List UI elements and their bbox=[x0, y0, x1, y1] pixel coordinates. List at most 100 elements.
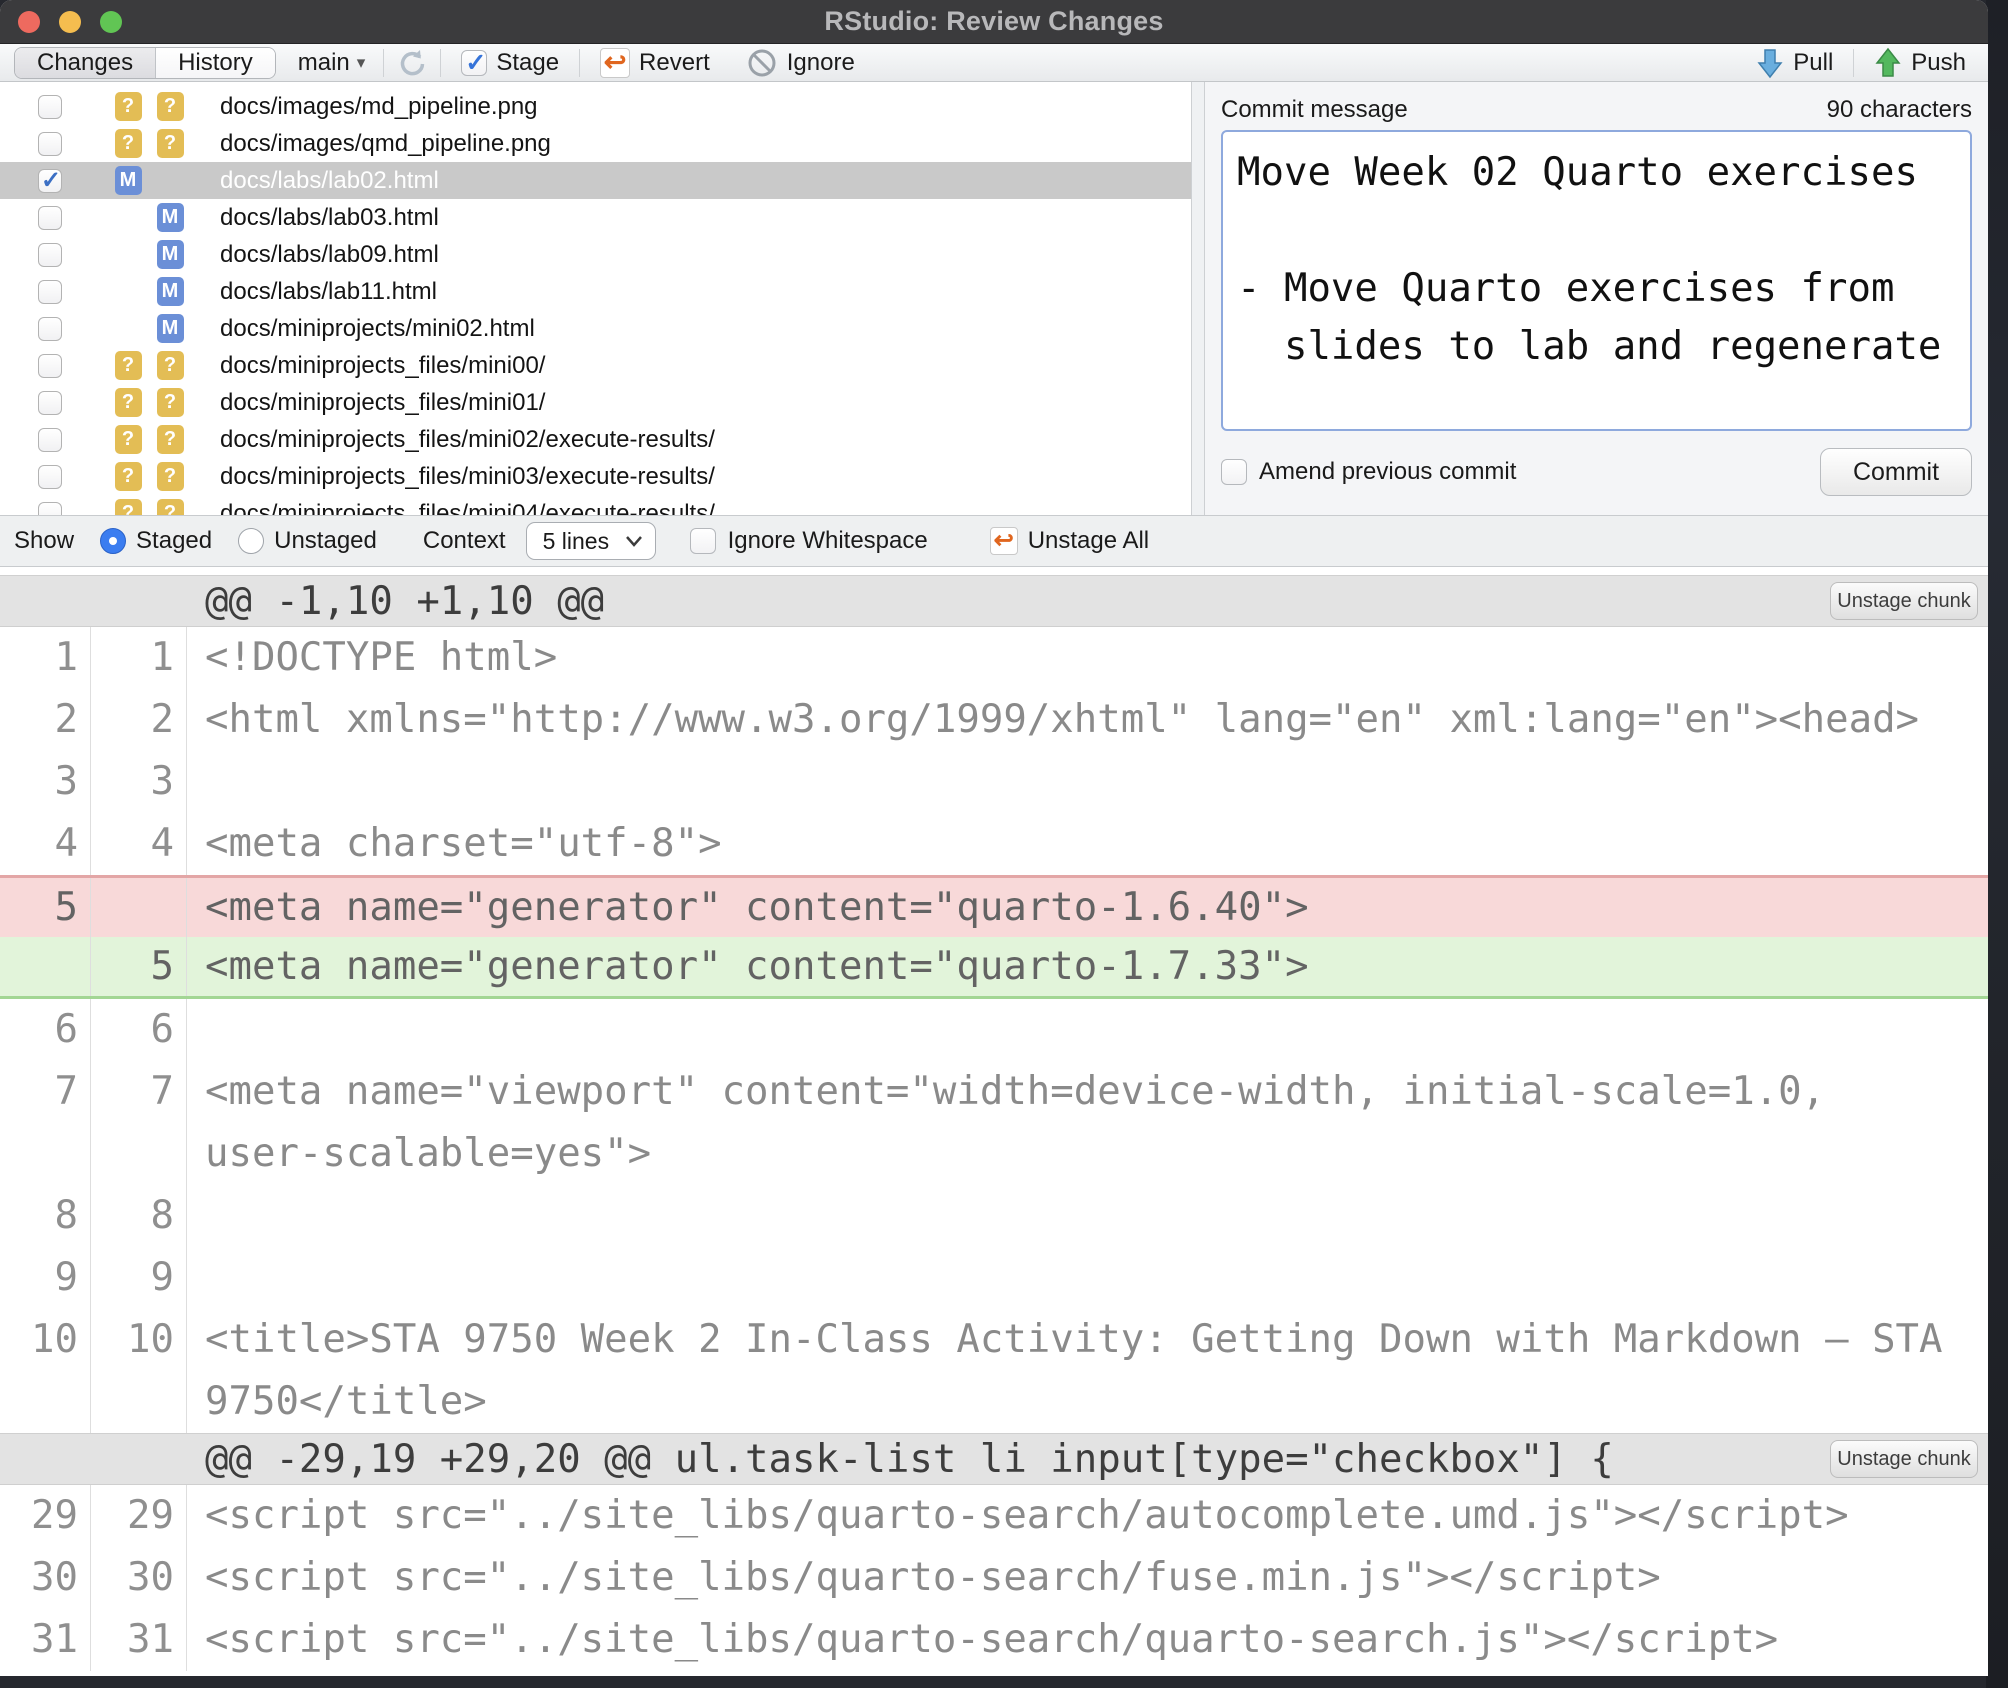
zoom-window-button[interactable] bbox=[100, 11, 122, 33]
old-line-number: 2 bbox=[0, 689, 91, 751]
refresh-button[interactable] bbox=[396, 47, 428, 79]
file-row[interactable]: Mdocs/miniprojects/mini02.html bbox=[0, 310, 1191, 347]
staged-status-slot: ? bbox=[114, 499, 142, 515]
unstage-all-button[interactable]: ↩ Unstage All bbox=[990, 527, 1149, 555]
ignore-icon bbox=[746, 47, 778, 79]
untracked-status-badge: ? bbox=[115, 499, 142, 515]
code-text: <!DOCTYPE html> bbox=[187, 627, 1988, 689]
diff-line-context: 2929<script src="../site_libs/quarto-sea… bbox=[0, 1485, 1988, 1547]
top-panels: ??docs/images/md_pipeline.png?? docs/imag… bbox=[0, 82, 1988, 515]
code-text: <title>STA 9750 Week 2 In-Class Activity… bbox=[187, 1309, 1988, 1433]
file-stage-checkbox[interactable] bbox=[38, 132, 62, 156]
branch-selector[interactable]: main ▾ bbox=[292, 49, 372, 77]
staged-status-slot: ? bbox=[114, 351, 142, 380]
file-row[interactable]: ??docs/images/md_pipeline.png bbox=[0, 88, 1191, 125]
revert-icon: ↩ bbox=[600, 48, 630, 78]
untracked-status-badge: ? bbox=[157, 129, 184, 158]
file-row[interactable]: ?? docs/miniprojects_files/mini00/ bbox=[0, 347, 1191, 384]
old-line-number: 3 bbox=[0, 751, 91, 813]
panel-divider[interactable] bbox=[1191, 82, 1205, 515]
diff-line-context: 3131<script src="../site_libs/quarto-sea… bbox=[0, 1609, 1988, 1671]
file-path: docs/images/qmd_pipeline.png bbox=[220, 130, 551, 158]
ignore-button[interactable]: Ignore bbox=[738, 47, 863, 79]
window-title: RStudio: Review Changes bbox=[824, 6, 1163, 37]
code-text bbox=[187, 1247, 1988, 1309]
staged-radio[interactable] bbox=[100, 528, 126, 554]
modified-status-badge: M bbox=[157, 277, 184, 306]
untracked-status-badge: ? bbox=[157, 92, 184, 121]
file-path: docs/labs/lab02.html bbox=[220, 167, 439, 195]
file-stage-checkbox[interactable] bbox=[38, 391, 62, 415]
modified-status-badge: M bbox=[157, 203, 184, 232]
context-select[interactable]: 5 lines bbox=[526, 522, 656, 560]
untracked-status-badge: ? bbox=[115, 388, 142, 417]
code-text bbox=[187, 751, 1988, 813]
file-stage-checkbox[interactable] bbox=[38, 465, 62, 489]
file-stage-checkbox[interactable] bbox=[38, 243, 62, 267]
tab-history[interactable]: History bbox=[155, 48, 275, 78]
unstaged-status-slot: ? bbox=[156, 351, 184, 380]
new-line-number: 7 bbox=[91, 1061, 187, 1185]
code-text: <script src="../site_libs/quarto-search/… bbox=[187, 1485, 1988, 1547]
amend-checkbox[interactable] bbox=[1221, 459, 1247, 485]
refresh-icon bbox=[396, 47, 428, 79]
file-row[interactable]: Mdocs/labs/lab11.html bbox=[0, 273, 1191, 310]
file-path: docs/miniprojects_files/mini00/ bbox=[220, 352, 545, 380]
hunk-header: @@ -1,10 +1,10 @@Unstage chunk bbox=[0, 575, 1988, 627]
new-line-number: 3 bbox=[91, 751, 187, 813]
unstaged-status-slot: ? bbox=[156, 129, 184, 158]
file-row[interactable]: ??docs/miniprojects_files/mini02/execute… bbox=[0, 421, 1191, 458]
file-stage-checkbox[interactable] bbox=[38, 428, 62, 452]
file-row[interactable]: ??docs/miniprojects_files/mini01/ bbox=[0, 384, 1191, 421]
close-window-button[interactable] bbox=[18, 11, 40, 33]
revert-label: Revert bbox=[639, 49, 710, 77]
toolbar-separator bbox=[383, 49, 384, 77]
push-button[interactable]: Push bbox=[1866, 47, 1974, 79]
unstaged-radio-label: Unstaged bbox=[274, 527, 377, 555]
minimize-window-button[interactable] bbox=[59, 11, 81, 33]
toolbar-separator bbox=[579, 49, 580, 77]
amend-toggle[interactable]: Amend previous commit bbox=[1221, 458, 1516, 486]
file-stage-checkbox[interactable] bbox=[38, 317, 62, 341]
ignore-whitespace-checkbox[interactable] bbox=[690, 528, 716, 554]
file-row[interactable]: ??docs/miniprojects_files/mini04/execute… bbox=[0, 495, 1191, 515]
unstage-chunk-button[interactable]: Unstage chunk bbox=[1830, 1440, 1978, 1478]
revert-button[interactable]: ↩ Revert bbox=[592, 48, 718, 78]
file-row[interactable]: ??docs/images/qmd_pipeline.png bbox=[0, 125, 1191, 162]
code-text: <meta name="generator" content="quarto-1… bbox=[187, 937, 1988, 996]
hunk-header: @@ -29,19 +29,20 @@ ul.task-list li inpu… bbox=[0, 1433, 1988, 1485]
new-line-number: 1 bbox=[91, 627, 187, 689]
unstaged-radio[interactable] bbox=[238, 528, 264, 554]
file-row[interactable]: Mdocs/labs/lab03.html bbox=[0, 199, 1191, 236]
commit-button[interactable]: Commit bbox=[1820, 448, 1972, 496]
unstage-chunk-button[interactable]: Unstage chunk bbox=[1830, 582, 1978, 620]
background-window-strip bbox=[1986, 0, 2008, 1688]
file-stage-checkbox[interactable] bbox=[38, 354, 62, 378]
traffic-lights bbox=[18, 11, 122, 33]
file-path: docs/miniprojects_files/mini04/execute-r… bbox=[220, 500, 715, 516]
staged-status-slot: ? bbox=[114, 388, 142, 417]
old-line-number: 6 bbox=[0, 999, 91, 1061]
new-line-number: 5 bbox=[91, 937, 187, 996]
file-stage-checkbox[interactable] bbox=[38, 280, 62, 304]
file-stage-checkbox[interactable] bbox=[38, 95, 62, 119]
hunk-header-text: @@ -29,19 +29,20 @@ ul.task-list li inpu… bbox=[0, 1437, 1830, 1482]
code-text bbox=[187, 999, 1988, 1061]
new-line-number: 29 bbox=[91, 1485, 187, 1547]
diff-line-context: 44<meta charset="utf-8"> bbox=[0, 813, 1988, 875]
stage-checkbox[interactable] bbox=[461, 50, 487, 76]
untracked-status-badge: ? bbox=[157, 388, 184, 417]
commit-message-input[interactable]: Move Week 02 Quarto exercises - Move Qua… bbox=[1221, 130, 1972, 431]
file-row[interactable]: ??docs/miniprojects_files/mini03/execute… bbox=[0, 458, 1191, 495]
diff-line-context: 3030<script src="../site_libs/quarto-sea… bbox=[0, 1547, 1988, 1609]
file-row[interactable]: Mdocs/labs/lab02.html bbox=[0, 162, 1191, 199]
stage-toggle[interactable]: Stage bbox=[453, 49, 567, 77]
pull-button[interactable]: Pull bbox=[1748, 47, 1841, 79]
file-stage-checkbox[interactable] bbox=[38, 206, 62, 230]
file-stage-checkbox[interactable] bbox=[38, 169, 62, 193]
file-row[interactable]: Mdocs/labs/lab09.html bbox=[0, 236, 1191, 273]
file-stage-checkbox[interactable] bbox=[38, 502, 62, 516]
screen: RStudio: Review Changes Changes History … bbox=[0, 0, 2008, 1688]
tab-changes[interactable]: Changes bbox=[15, 48, 155, 78]
modified-status-badge: M bbox=[157, 314, 184, 343]
